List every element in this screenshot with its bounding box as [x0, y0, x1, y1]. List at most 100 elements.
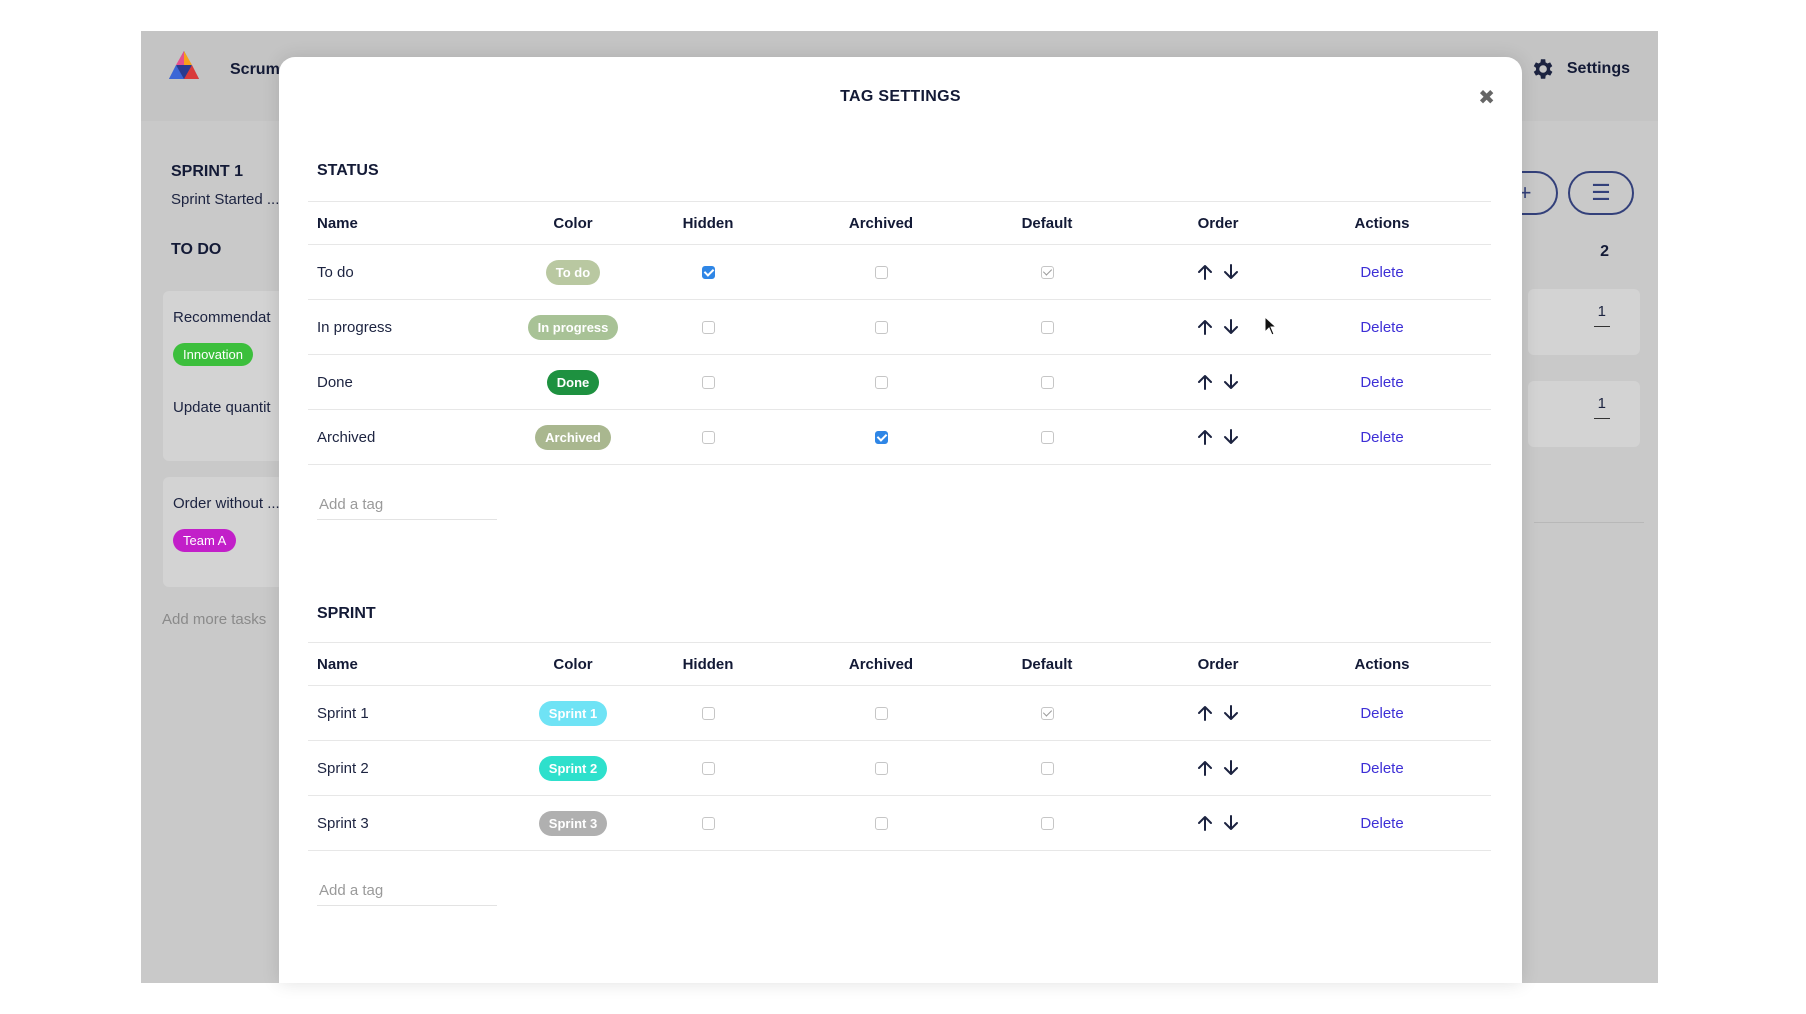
delete-button[interactable]: Delete — [1360, 319, 1403, 336]
tag-color-badge[interactable]: Archived — [535, 424, 611, 450]
arrow-down-icon[interactable] — [1222, 703, 1240, 723]
delete-button[interactable]: Delete — [1360, 429, 1403, 446]
hidden-checkbox[interactable] — [701, 320, 715, 334]
delete-button[interactable]: Delete — [1360, 705, 1403, 722]
table-row: Archived Archived Delete — [308, 410, 1491, 465]
default-checkbox[interactable] — [1040, 320, 1054, 334]
archived-checkbox[interactable] — [874, 761, 888, 775]
actions-cell: Delete — [1332, 355, 1432, 409]
header-actions: Actions — [1354, 214, 1410, 232]
tag-color-cell: Sprint 2 — [498, 741, 648, 795]
arrow-up-icon[interactable] — [1196, 372, 1214, 392]
delete-button[interactable]: Delete — [1360, 374, 1403, 391]
add-list-button[interactable]: ☰ — [1568, 171, 1634, 215]
tag-color-badge[interactable]: Sprint 2 — [538, 755, 608, 781]
hidden-cell — [658, 796, 758, 850]
actions-cell: Delete — [1332, 410, 1432, 464]
arrow-down-icon[interactable] — [1222, 427, 1240, 447]
add-status-tag-input[interactable] — [317, 495, 497, 520]
column-title: TO DO — [171, 241, 222, 258]
sprint-subtitle: Sprint Started ... — [171, 191, 280, 208]
default-cell — [997, 686, 1097, 740]
sprint-title: SPRINT 1 — [171, 163, 244, 180]
task-card-right[interactable]: 1 — [1528, 289, 1640, 355]
tag-color-cell: In progress — [498, 300, 648, 354]
actions-cell: Delete — [1332, 686, 1432, 740]
default-checkbox[interactable] — [1040, 816, 1054, 830]
tag-name: Sprint 3 — [317, 814, 369, 832]
arrow-up-icon[interactable] — [1196, 758, 1214, 778]
archived-checkbox[interactable] — [874, 320, 888, 334]
arrow-up-icon[interactable] — [1196, 427, 1214, 447]
add-sprint-tag-input[interactable] — [317, 881, 497, 906]
arrow-down-icon[interactable] — [1222, 758, 1240, 778]
arrow-up-icon[interactable] — [1196, 813, 1214, 833]
status-table: Name Color Hidden Archived Default Order… — [308, 201, 1491, 465]
arrow-up-icon[interactable] — [1196, 262, 1214, 282]
arrow-down-icon[interactable] — [1222, 813, 1240, 833]
tag-name: Sprint 2 — [317, 759, 369, 777]
tag-color-badge[interactable]: Sprint 1 — [538, 700, 608, 726]
tag-color-badge[interactable]: Sprint 3 — [538, 810, 608, 836]
archived-checkbox[interactable] — [874, 375, 888, 389]
arrow-down-icon[interactable] — [1222, 262, 1240, 282]
task-card-right[interactable]: 1 — [1528, 381, 1640, 447]
default-cell — [997, 741, 1097, 795]
task-card-title: Order without ... — [173, 495, 280, 512]
default-checkbox[interactable] — [1040, 265, 1054, 279]
archived-cell — [826, 741, 936, 795]
hidden-checkbox[interactable] — [701, 816, 715, 830]
arrow-down-icon[interactable] — [1222, 372, 1240, 392]
hidden-cell — [658, 300, 758, 354]
tag-color-cell: Sprint 3 — [498, 796, 648, 850]
hidden-checkbox[interactable] — [701, 375, 715, 389]
archived-checkbox[interactable] — [874, 816, 888, 830]
hidden-checkbox[interactable] — [701, 430, 715, 444]
task-points: 1 — [1593, 395, 1610, 419]
default-checkbox[interactable] — [1040, 430, 1054, 444]
gear-icon — [1533, 59, 1553, 79]
header-hidden: Hidden — [682, 214, 734, 232]
default-cell — [997, 796, 1097, 850]
actions-cell: Delete — [1332, 796, 1432, 850]
hidden-checkbox[interactable] — [701, 761, 715, 775]
delete-button[interactable]: Delete — [1360, 815, 1403, 832]
list-plus-icon: ☰ — [1591, 180, 1611, 205]
sprint-rows: Sprint 1 Sprint 1 Delete Sprint 2 Sprint… — [308, 686, 1491, 851]
table-row: Sprint 2 Sprint 2 Delete — [308, 741, 1491, 796]
app-logo-icon[interactable] — [167, 49, 201, 81]
table-row: Sprint 3 Sprint 3 Delete — [308, 796, 1491, 851]
tag-name: Done — [317, 373, 353, 391]
delete-button[interactable]: Delete — [1360, 760, 1403, 777]
default-checkbox[interactable] — [1040, 375, 1054, 389]
close-button[interactable]: ✖ — [1478, 85, 1495, 110]
header-order: Order — [1197, 655, 1239, 673]
add-more-tasks-link[interactable]: Add more tasks — [162, 611, 266, 628]
modal-title: TAG SETTINGS — [840, 88, 961, 105]
arrow-up-icon[interactable] — [1196, 703, 1214, 723]
default-checkbox[interactable] — [1040, 706, 1054, 720]
settings-label: Settings — [1566, 60, 1630, 77]
tag-color-badge[interactable]: To do — [545, 259, 601, 285]
tag-name: Archived — [317, 428, 376, 446]
hidden-cell — [658, 686, 758, 740]
default-cell — [997, 245, 1097, 299]
archived-cell — [826, 245, 936, 299]
delete-button[interactable]: Delete — [1360, 264, 1403, 281]
tag-color-badge[interactable]: Done — [546, 369, 600, 395]
tag-color-cell: Sprint 1 — [498, 686, 648, 740]
hidden-checkbox[interactable] — [701, 706, 715, 720]
arrow-up-icon[interactable] — [1196, 317, 1214, 337]
settings-button[interactable]: Settings — [1529, 56, 1630, 82]
default-checkbox[interactable] — [1040, 761, 1054, 775]
task-tag-chip: Innovation — [173, 343, 253, 366]
archived-checkbox[interactable] — [874, 430, 888, 444]
archived-checkbox[interactable] — [874, 706, 888, 720]
hidden-checkbox[interactable] — [701, 265, 715, 279]
header-hidden: Hidden — [682, 655, 734, 673]
tag-name: To do — [317, 263, 354, 281]
archived-checkbox[interactable] — [874, 265, 888, 279]
arrow-down-icon[interactable] — [1222, 317, 1240, 337]
tag-color-badge[interactable]: In progress — [527, 314, 619, 340]
tag-color-cell: To do — [498, 245, 648, 299]
